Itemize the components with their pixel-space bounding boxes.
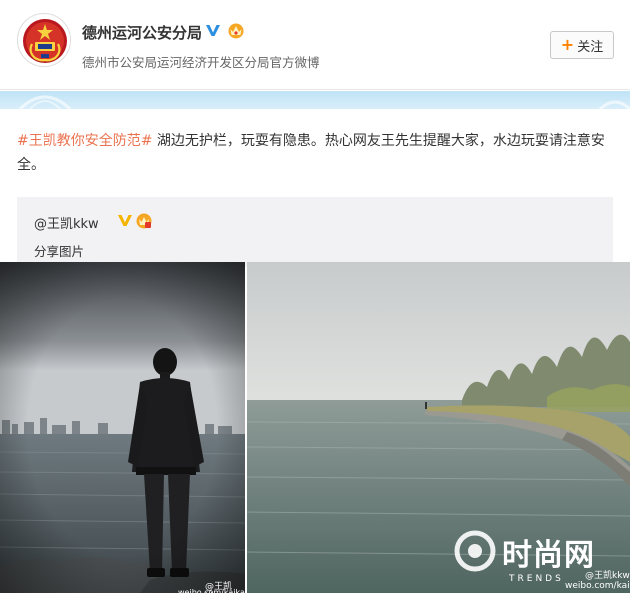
account-header: 德州运河公安分局 德州市公安局运河经济开发区分局官方微博 + 关注 (0, 0, 630, 90)
follow-label: 关注 (577, 39, 604, 55)
right-photo-watermark-url: weibo.com/kaikai0818 (565, 581, 630, 591)
banner-pattern (18, 95, 630, 109)
post-hashtag[interactable]: #王凯教你安全防范# (17, 133, 152, 149)
profile-banner (0, 91, 630, 109)
repost-card: @王凯kkw 分享图片 (17, 197, 613, 267)
account-name[interactable]: 德州运河公安分局 (82, 22, 202, 43)
photo-left-image (0, 262, 245, 593)
police-emblem-icon (19, 15, 70, 66)
vip-crown-icon[interactable] (227, 21, 245, 39)
plus-icon: + (560, 35, 575, 54)
repost-subtitle: 分享图片 (34, 244, 85, 259)
site-logo: 时尚网 (502, 538, 595, 573)
right-photo-watermark: @王凯kkw (585, 571, 630, 581)
left-photo-watermark-url: weibo.com/kaikai0818 (178, 588, 245, 593)
follow-button[interactable]: + 关注 (550, 31, 614, 59)
verified-gold-v-icon (118, 215, 132, 226)
post-text: #王凯教你安全防范# 湖边无护栏，玩耍有隐患。热心网友王先生提醒大家，水边玩耍请… (17, 129, 617, 177)
repost-user[interactable]: @王凯kkw (34, 213, 99, 232)
photo-man-by-lake[interactable]: @王凯kkw weibo.com/kaikai0818 (0, 262, 245, 593)
verified-blue-v-icon (206, 25, 220, 36)
site-logo-en: TRENDS (509, 574, 564, 584)
account-description: 德州市公安局运河经济开发区分局官方微博 (82, 55, 320, 70)
account-avatar[interactable] (17, 13, 71, 67)
photo-lake-shore[interactable]: 时尚网 TRENDS @王凯kkw weibo.com/kaikai0818 (247, 262, 630, 593)
site-logo-icon (454, 530, 496, 572)
vip-badge-icon[interactable] (135, 212, 153, 230)
